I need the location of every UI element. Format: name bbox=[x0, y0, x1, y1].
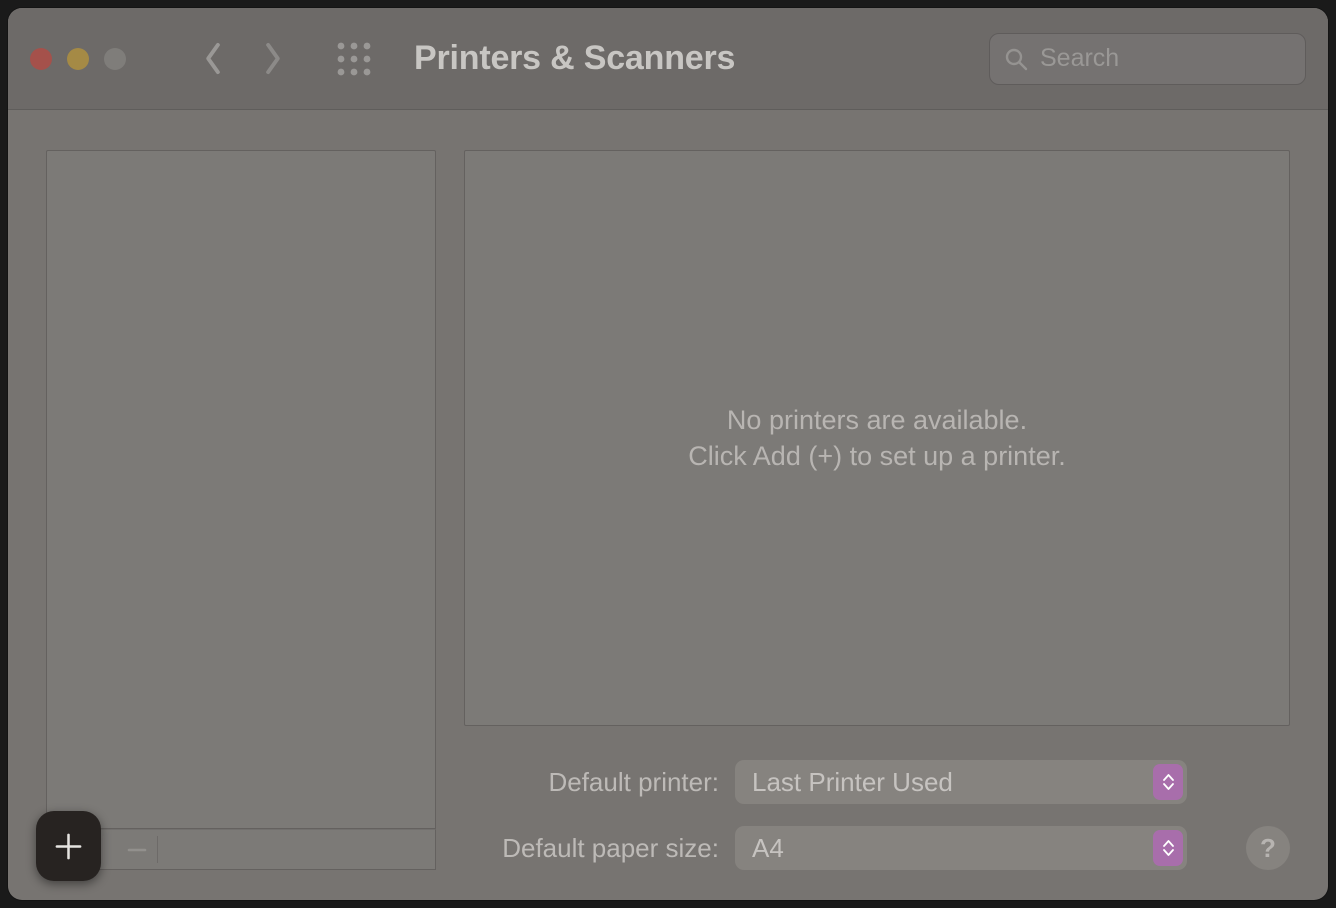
add-printer-button[interactable] bbox=[36, 811, 101, 881]
help-glyph: ? bbox=[1260, 833, 1276, 864]
remove-printer-button[interactable] bbox=[117, 830, 157, 869]
empty-line-2: Click Add (+) to set up a printer. bbox=[688, 438, 1065, 474]
titlebar: Printers & Scanners bbox=[8, 8, 1328, 110]
search-input[interactable] bbox=[1040, 44, 1291, 73]
help-button[interactable]: ? bbox=[1246, 826, 1290, 870]
chevron-down-icon bbox=[1163, 849, 1174, 856]
default-printer-popup[interactable]: Last Printer Used bbox=[735, 760, 1187, 804]
printers-sidebar bbox=[46, 150, 436, 870]
chevron-down-icon bbox=[1163, 783, 1174, 790]
empty-line-1: No printers are available. bbox=[688, 402, 1065, 438]
back-button[interactable] bbox=[200, 45, 228, 73]
zoom-window-button[interactable] bbox=[104, 48, 126, 70]
nav-buttons bbox=[200, 45, 286, 73]
footer-divider-1 bbox=[103, 836, 104, 863]
chevron-up-icon bbox=[1163, 774, 1174, 781]
default-paper-label: Default paper size: bbox=[464, 833, 719, 864]
chevron-left-icon bbox=[204, 42, 224, 75]
plus-icon bbox=[53, 831, 84, 862]
content-area: No printers are available. Click Add (+)… bbox=[8, 110, 1328, 900]
default-printer-row: Default printer: Last Printer Used bbox=[464, 760, 1190, 804]
empty-state-message: No printers are available. Click Add (+)… bbox=[688, 402, 1065, 475]
grid-icon bbox=[336, 41, 372, 77]
preferences-window: Printers & Scanners bbox=[8, 8, 1328, 900]
search-icon bbox=[1004, 47, 1028, 71]
popup-stepper-icon bbox=[1153, 764, 1183, 800]
printer-list-footer bbox=[46, 829, 436, 870]
minimize-window-button[interactable] bbox=[67, 48, 89, 70]
page-title: Printers & Scanners bbox=[414, 39, 735, 78]
close-window-button[interactable] bbox=[30, 48, 52, 70]
printer-detail-box: No printers are available. Click Add (+)… bbox=[464, 150, 1290, 726]
default-paper-popup[interactable]: A4 bbox=[735, 826, 1187, 870]
chevron-up-icon bbox=[1163, 840, 1174, 847]
printer-list[interactable] bbox=[46, 150, 436, 829]
popup-stepper-icon bbox=[1153, 830, 1183, 866]
default-paper-row: Default paper size: A4 bbox=[464, 826, 1190, 870]
default-paper-value: A4 bbox=[752, 833, 784, 864]
detail-panel: No printers are available. Click Add (+)… bbox=[464, 150, 1290, 870]
footer-divider-2 bbox=[157, 836, 158, 863]
show-all-button[interactable] bbox=[336, 41, 372, 77]
default-printer-label: Default printer: bbox=[464, 767, 719, 798]
minus-icon bbox=[126, 839, 148, 861]
default-settings: Default printer: Last Printer Used Defau… bbox=[464, 760, 1290, 870]
chevron-right-icon bbox=[262, 42, 282, 75]
forward-button[interactable] bbox=[258, 45, 286, 73]
search-field-container bbox=[989, 33, 1306, 85]
window-controls bbox=[30, 48, 126, 70]
default-printer-value: Last Printer Used bbox=[752, 767, 953, 798]
